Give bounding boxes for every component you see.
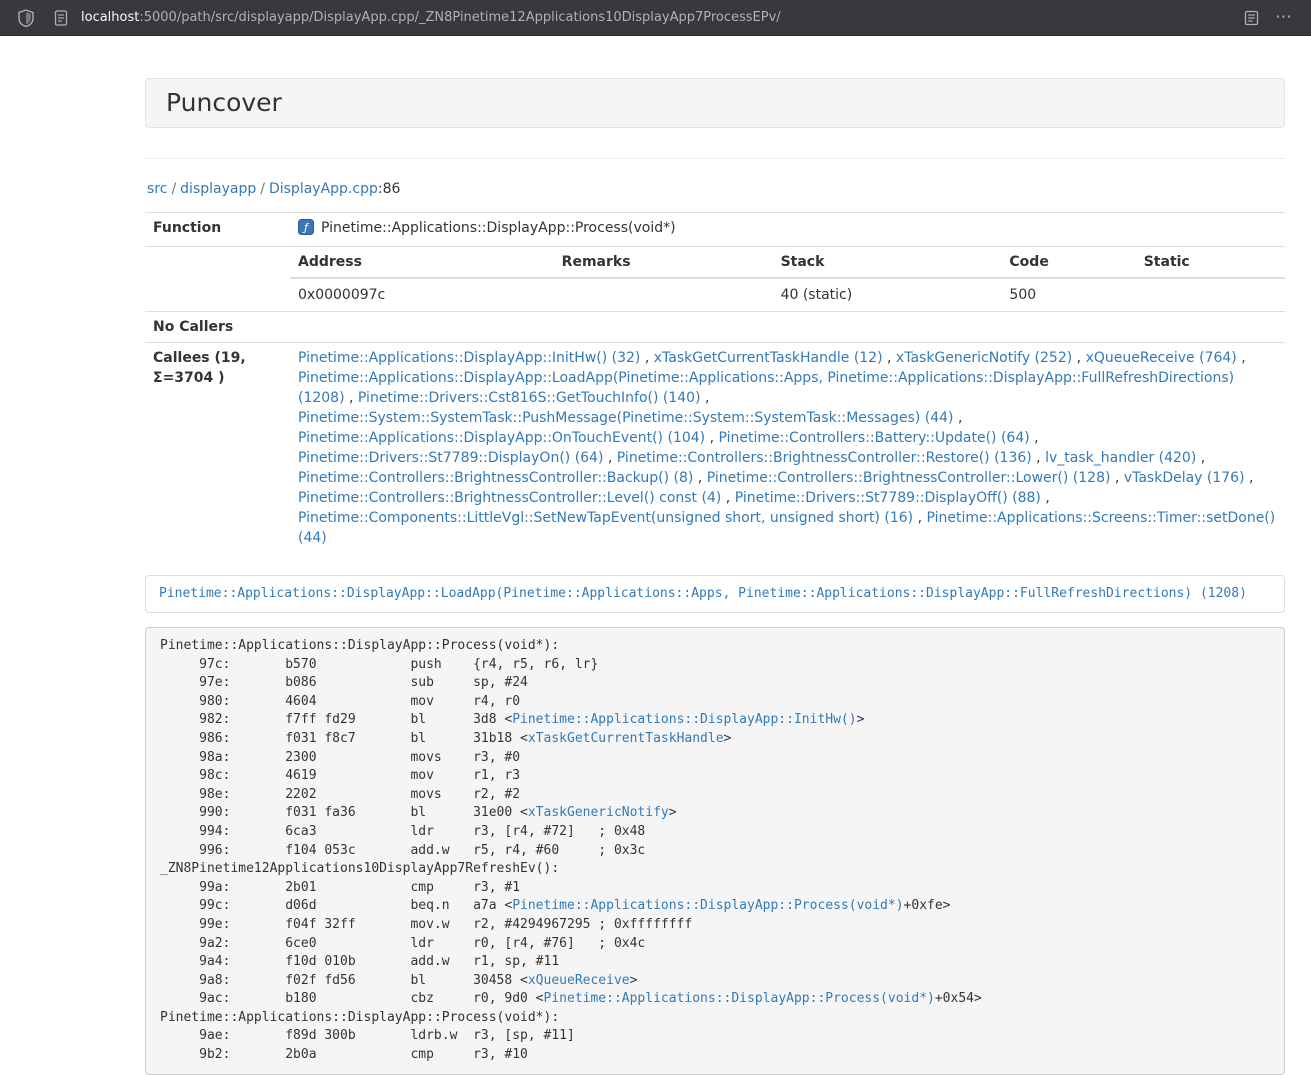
callee-link[interactable]: Pinetime::Applications::DisplayApp::Init… — [298, 350, 640, 366]
code-line: 99c: d06d beq.n a7a <Pinetime::Applicati… — [160, 897, 1270, 916]
callee-link[interactable]: Pinetime::Controllers::Battery::Update()… — [718, 430, 1029, 446]
code-line: 97c: b570 push {r4, r5, r6, lr} — [160, 656, 1270, 675]
summary-cell-stack: 40 (static) — [773, 278, 1002, 311]
callee-link[interactable]: Pinetime::Drivers::St7789::DisplayOn() (… — [298, 450, 603, 466]
highlighted-callee-panel: Pinetime::Applications::DisplayApp::Load… — [145, 575, 1285, 613]
main-content: Puncover src/displayapp/DisplayApp.cpp:8… — [145, 78, 1285, 1075]
function-detail-table: Function ƒ Pinetime::Applications::Displ… — [145, 212, 1285, 553]
code-line: 982: f7ff fd29 bl 3d8 <Pinetime::Applica… — [160, 711, 1270, 730]
code-line: 99a: 2b01 cmp r3, #1 — [160, 879, 1270, 898]
code-line: 98c: 4619 mov r1, r3 — [160, 767, 1270, 786]
summary-cell-address: 0x0000097c — [290, 278, 554, 311]
code-line: 9a4: f10d 010b add.w r1, sp, #11 — [160, 953, 1270, 972]
code-line: _ZN8Pinetime12Applications10DisplayApp7R… — [160, 860, 1270, 879]
code-line: Pinetime::Applications::DisplayApp::Proc… — [160, 1009, 1270, 1028]
callee-link[interactable]: Pinetime::Controllers::BrightnessControl… — [298, 470, 693, 486]
code-line: 9a8: f02f fd56 bl 30458 <xQueueReceive> — [160, 972, 1270, 991]
summary-row: Address Remarks Stack Code Static 0x0000… — [145, 247, 1285, 312]
breadcrumb: src/displayapp/DisplayApp.cpp:86 — [147, 179, 1285, 199]
code-line: 9ae: f89d 300b ldrb.w r3, [sp, #11] — [160, 1027, 1270, 1046]
callee-link[interactable]: xTaskGetCurrentTaskHandle (12) — [654, 350, 883, 366]
code-line: 98a: 2300 movs r3, #0 — [160, 749, 1270, 768]
disassembly-block: Pinetime::Applications::DisplayApp::Proc… — [145, 627, 1285, 1075]
callee-link[interactable]: Pinetime::Drivers::St7789::DisplayOff() … — [735, 490, 1041, 506]
summary-cell-code: 500 — [1001, 278, 1135, 311]
callee-link[interactable]: vTaskDelay (176) — [1124, 470, 1245, 486]
code-line: Pinetime::Applications::DisplayApp::Proc… — [160, 637, 1270, 656]
code-line: 994: 6ca3 ldr r3, [r4, #72] ; 0x48 — [160, 823, 1270, 842]
breadcrumb-link-displayapp[interactable]: displayapp — [180, 181, 256, 197]
code-symbol-link[interactable]: xTaskGenericNotify — [528, 805, 669, 820]
callees-label: Callees (19, Σ=3704 ) — [145, 343, 290, 554]
browser-menu-icon[interactable]: ⋯ — [1275, 9, 1293, 26]
summary-cell-remarks — [554, 278, 773, 311]
summary-header-address: Address — [290, 247, 554, 278]
callee-link[interactable]: xQueueReceive (764) — [1086, 350, 1237, 366]
callee-link[interactable]: Pinetime::Drivers::Cst816S::GetTouchInfo… — [358, 390, 701, 406]
summary-header-stack: Stack — [773, 247, 1002, 278]
code-line: 99e: f04f 32ff mov.w r2, #4294967295 ; 0… — [160, 916, 1270, 935]
code-symbol-link[interactable]: xTaskGetCurrentTaskHandle — [528, 731, 724, 746]
code-symbol-link[interactable]: Pinetime::Applications::DisplayApp::Proc… — [512, 898, 903, 913]
summary-row-label — [145, 247, 290, 312]
code-line: 986: f031 f8c7 bl 31b18 <xTaskGetCurrent… — [160, 730, 1270, 749]
callee-link[interactable]: xTaskGenericNotify (252) — [896, 350, 1072, 366]
code-line: 98e: 2202 movs r2, #2 — [160, 786, 1270, 805]
code-line: 97e: b086 sub sp, #24 — [160, 674, 1270, 693]
breadcrumb-separator: / — [171, 181, 176, 197]
divider — [145, 158, 1285, 159]
function-row: Function ƒ Pinetime::Applications::Displ… — [145, 213, 1285, 247]
callees-list: Pinetime::Applications::DisplayApp::Init… — [290, 343, 1285, 554]
code-line: 996: f104 053c add.w r5, r4, #60 ; 0x3c — [160, 842, 1270, 861]
code-symbol-link[interactable]: Pinetime::Applications::DisplayApp::Proc… — [544, 991, 935, 1006]
callee-link[interactable]: Pinetime::Applications::DisplayApp::OnTo… — [298, 430, 705, 446]
highlighted-callee-link[interactable]: Pinetime::Applications::DisplayApp::Load… — [159, 586, 1247, 601]
summary-header-static: Static — [1136, 247, 1285, 278]
function-icon: ƒ — [298, 219, 314, 241]
code-line: 9b2: 2b0a cmp r3, #10 — [160, 1046, 1270, 1065]
summary-header-code: Code — [1001, 247, 1135, 278]
code-line: 9a2: 6ce0 ldr r0, [r4, #76] ; 0x4c — [160, 935, 1270, 954]
url-host: localhost — [81, 10, 139, 25]
app-header: Puncover — [145, 78, 1285, 128]
no-callers-row: No Callers — [145, 312, 1285, 343]
breadcrumb-separator: / — [260, 181, 265, 197]
code-symbol-link[interactable]: Pinetime::Applications::DisplayApp::Init… — [512, 712, 856, 727]
callee-link[interactable]: Pinetime::Components::LittleVgl::SetNewT… — [298, 510, 913, 526]
callee-link[interactable]: Pinetime::Controllers::BrightnessControl… — [707, 470, 1111, 486]
summary-header-row: Address Remarks Stack Code Static — [290, 247, 1285, 278]
code-line: 990: f031 fa36 bl 31e00 <xTaskGenericNot… — [160, 804, 1270, 823]
function-row-label: Function — [145, 213, 290, 247]
tracking-protection-shield-icon[interactable] — [18, 9, 34, 27]
function-name: Pinetime::Applications::DisplayApp::Proc… — [321, 220, 676, 236]
callee-link[interactable]: Pinetime::System::SystemTask::PushMessag… — [298, 410, 954, 426]
url-path: :5000/path/src/displayapp/DisplayApp.cpp… — [139, 10, 780, 25]
reader-view-icon[interactable] — [1244, 10, 1259, 26]
code-line: 9ac: b180 cbz r0, 9d0 <Pinetime::Applica… — [160, 990, 1270, 1009]
summary-data-row: 0x0000097c 40 (static) 500 — [290, 278, 1285, 311]
callee-link[interactable]: Pinetime::Controllers::BrightnessControl… — [298, 490, 721, 506]
code-symbol-link[interactable]: xQueueReceive — [528, 973, 630, 988]
summary-table: Address Remarks Stack Code Static 0x0000… — [290, 247, 1285, 311]
browser-chrome: localhost:5000/path/src/displayapp/Displ… — [0, 0, 1311, 36]
callee-link[interactable]: lv_task_handler (420) — [1045, 450, 1196, 466]
code-line: 980: 4604 mov r4, r0 — [160, 693, 1270, 712]
breadcrumb-line-number: :86 — [378, 181, 401, 197]
page-info-icon[interactable] — [54, 10, 68, 26]
app-title: Puncover — [166, 88, 282, 117]
callees-row: Callees (19, Σ=3704 ) Pinetime::Applicat… — [145, 343, 1285, 554]
summary-cell-static — [1136, 278, 1285, 311]
no-callers-label: No Callers — [145, 312, 290, 343]
breadcrumb-link-file[interactable]: DisplayApp.cpp — [269, 181, 378, 197]
address-bar[interactable]: localhost:5000/path/src/displayapp/Displ… — [81, 10, 1244, 25]
callee-link[interactable]: Pinetime::Controllers::BrightnessControl… — [617, 450, 1032, 466]
breadcrumb-link-src[interactable]: src — [147, 181, 167, 197]
summary-header-remarks: Remarks — [554, 247, 773, 278]
